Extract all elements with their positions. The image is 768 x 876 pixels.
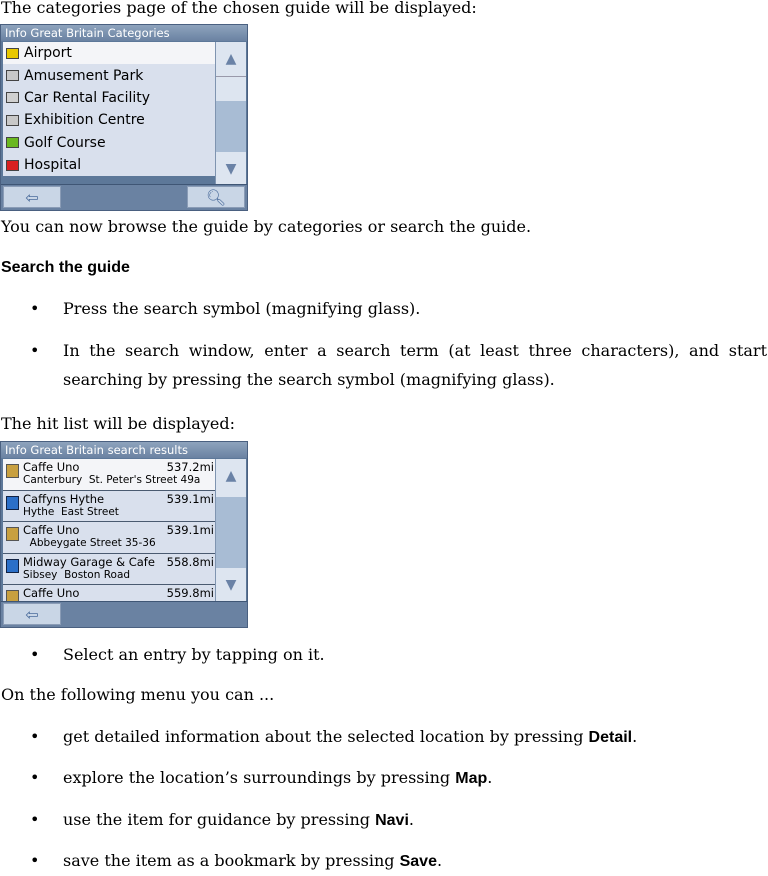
result-distance: 558.8mi	[166, 554, 214, 569]
select-step: • Select an entry by tapping on it.	[30, 645, 325, 664]
results-screenshot: Info Great Britain search results Caffe …	[0, 441, 248, 628]
result-row[interactable]: Caffyns Hythe 539.1mi Hythe East Street	[3, 491, 216, 522]
categories-list: Airport Amusement Park Car Rental Facility…	[3, 42, 216, 177]
category-label: Airport	[24, 45, 72, 62]
category-label: Golf Course	[24, 134, 106, 151]
car-icon	[6, 92, 19, 104]
ticket-icon	[6, 114, 19, 126]
category-item[interactable]: Exhibition Centre	[3, 109, 216, 131]
menu-option-save: • save the item as a bookmark by pressing…	[30, 851, 443, 870]
categories-title: Info Great Britain Categories	[1, 25, 247, 41]
back-arrow-icon: ⇦	[25, 604, 39, 624]
result-name: Midway Garage & Cafe	[23, 554, 155, 569]
result-name: Caffyns Hythe	[23, 491, 105, 506]
menu-intro: On the following menu you can ...	[1, 685, 275, 704]
cafe-icon	[6, 527, 19, 541]
category-item[interactable]: Amusement Park	[3, 64, 216, 86]
category-item[interactable]: Hospital	[3, 154, 216, 176]
result-name: Caffe Uno	[23, 460, 80, 474]
result-distance: 539.1mi	[166, 523, 214, 537]
results-title: Info Great Britain search results	[1, 442, 247, 458]
fuel-icon	[6, 495, 19, 510]
hospital-icon	[6, 159, 19, 171]
category-item[interactable]: Golf Course	[3, 132, 216, 154]
scroll-thumb[interactable]	[216, 76, 246, 101]
menu-option-map: • explore the location’s surroundings by …	[30, 768, 493, 787]
category-item[interactable]: Car Rental Facility	[3, 87, 216, 109]
result-distance: 537.2mi	[166, 460, 214, 474]
hit-list-text: The hit list will be displayed:	[1, 414, 235, 433]
cafe-icon	[6, 464, 19, 478]
scroll-up-button[interactable]: ▲	[216, 459, 246, 493]
back-button[interactable]: ⇦	[3, 186, 61, 208]
search-heading: Search the guide	[1, 259, 130, 276]
fuel-icon	[6, 558, 19, 573]
back-button[interactable]: ⇦	[3, 603, 61, 625]
scroll-thumb[interactable]	[216, 493, 246, 497]
result-distance: 559.8mi	[166, 586, 214, 600]
scrollbar[interactable]: ▲ ▼	[215, 459, 246, 602]
scroll-down-button[interactable]: ▼	[216, 568, 246, 602]
back-arrow-icon: ⇦	[25, 187, 39, 207]
search-step-2: • In the search window, enter a search te…	[30, 341, 767, 389]
category-label: Exhibition Centre	[24, 112, 145, 129]
golf-icon	[6, 137, 19, 149]
scroll-down-button[interactable]: ▼	[216, 152, 246, 186]
search-step-1: • Press the search symbol (magnifying gla…	[30, 299, 421, 318]
menu-option-detail: • get detailed information about the sele…	[30, 727, 638, 746]
result-distance: 539.1mi	[166, 491, 214, 506]
category-label: Hospital	[24, 157, 82, 174]
categories-screenshot: Info Great Britain Categories Airport Amu…	[0, 24, 248, 211]
result-address: Canterbury St. Peter's Street 49a	[23, 474, 201, 486]
result-address: Hythe East Street	[23, 505, 119, 518]
search-button[interactable]: 🔍︎	[187, 186, 245, 208]
result-name: Caffe Uno	[23, 523, 80, 537]
magnifying-glass-icon: 🔍︎	[205, 187, 227, 207]
scroll-up-button[interactable]: ▲	[216, 42, 246, 76]
category-label: Amusement Park	[24, 67, 144, 84]
result-row[interactable]: Caffe Uno 559.8mi	[3, 585, 216, 602]
intro-text: The categories page of the chosen guide …	[1, 0, 477, 17]
menu-option-navi: • use the item for guidance by pressing N…	[30, 810, 414, 829]
result-row[interactable]: Midway Garage & Cafe 558.8mi Sibsey Boston…	[3, 554, 216, 585]
scrollbar[interactable]: ▲ ▼	[215, 42, 246, 186]
ticket-icon	[6, 70, 19, 82]
browse-text: You can now browse the guide by categori…	[1, 217, 532, 236]
result-name: Caffe Uno	[23, 586, 80, 600]
result-row[interactable]: Caffe Uno 539.1mi Abbeygate Street 35-36	[3, 522, 216, 554]
category-label: Car Rental Facility	[24, 89, 151, 106]
results-list: Caffe Uno 537.2mi Canterbury St. Peter's S…	[3, 459, 216, 602]
result-row[interactable]: Caffe Uno 537.2mi Canterbury St. Peter's S…	[3, 459, 216, 491]
airport-icon	[6, 47, 19, 59]
category-item[interactable]: Airport	[3, 42, 216, 65]
result-address: Sibsey Boston Road	[23, 568, 131, 581]
result-address: Abbeygate Street 35-36	[23, 537, 156, 549]
